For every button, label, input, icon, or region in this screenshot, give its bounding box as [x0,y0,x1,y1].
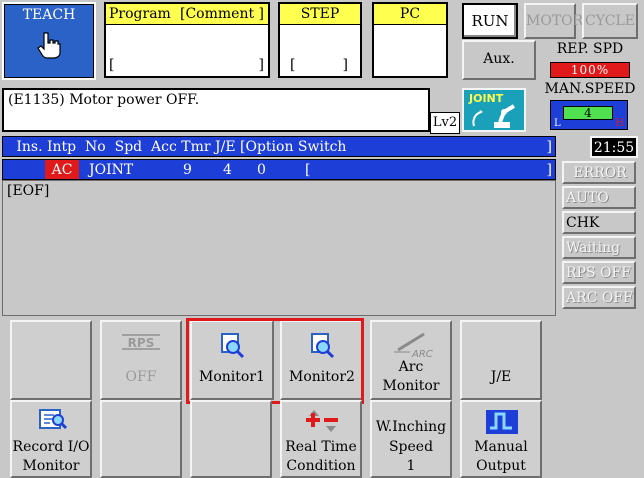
rps-off-button[interactable]: RPS OFF [562,261,636,284]
record-io-label-2: Monitor [22,458,80,474]
step-bracket-right: ] [342,57,348,73]
run-button[interactable]: RUN [462,3,518,39]
step-row[interactable]: AC JOINT 9 4 0 [ ] [2,159,556,180]
cycle-button[interactable]: CYCLE [582,3,638,39]
real-time-label-1: Real Time [285,439,357,455]
clock: 21:55 [590,136,638,158]
eof-marker: [EOF] [7,183,50,199]
program-header: Program [Comment ] [106,4,268,25]
w-inching-label-2: Speed [388,439,434,455]
step-bracket-left: [ [290,57,296,73]
je-button[interactable]: J/E [460,320,542,400]
spd-cell: 9 [183,162,192,178]
joint-mode-button[interactable]: JOINT [462,88,526,132]
record-io-label-1: Record I/O [12,439,90,455]
program-area[interactable]: [EOF] [2,180,556,316]
motor-button[interactable]: MOTOR [524,3,583,39]
rep-speed-label: REP. SPD [556,41,624,57]
arc-monitor-button[interactable]: ARC Arc Monitor [370,320,452,400]
comment-label: [Comment ] [180,6,264,22]
w-inching-value: 1 [406,458,416,474]
real-time-condition-button[interactable]: Real Time Condition [280,400,362,478]
rps-value: OFF [125,369,157,385]
hand-icon [4,29,94,63]
record-magnifier-icon [39,409,68,430]
acc-cell: 4 [223,162,232,178]
robot-arm-icon [472,104,516,128]
intp-cell: JOINT [89,162,134,178]
pc-box[interactable]: PC [372,2,448,78]
pulse-signal-icon [486,410,518,434]
columns-header-text: Ins. Intp No Spd Acc Tmr J/E [Option Swi… [3,139,347,155]
waiting-button[interactable]: Waiting [562,236,636,259]
blank-button-1[interactable] [10,320,92,400]
columns-header: Ins. Intp No Spd Acc Tmr J/E [Option Swi… [2,136,556,157]
real-time-label-2: Condition [286,458,356,474]
man-speed-label: MAN.SPEED [544,81,636,97]
manual-output-button[interactable]: Manual Output [460,400,542,478]
arc-off-button[interactable]: ARC OFF [562,286,636,309]
selection-highlight [186,318,364,404]
level-indicator: Lv2 [430,112,460,134]
man-speed-value: 4 [563,106,613,120]
speed-low-label: L [554,118,561,129]
rps-button[interactable]: RPS OFF [100,320,182,400]
auto-button[interactable]: AUTO [562,186,636,209]
ins-cell: AC [45,160,79,179]
record-io-monitor-button[interactable]: Record I/O Monitor [10,400,92,478]
speed-high-label: H [615,118,624,129]
rps-icon: RPS [122,334,160,350]
manual-output-label-2: Output [476,458,526,474]
pc-label: PC [374,4,446,25]
program-bracket-left: [ [109,57,115,73]
step-row-end: ] [546,162,552,178]
program-box[interactable]: Program [Comment ] [ ] [104,2,270,78]
program-label: Program [109,6,171,22]
columns-header-end: ] [546,139,552,155]
arc-label-2: Monitor [382,378,440,394]
rep-speed-value: 100% [550,62,630,78]
check-once-button[interactable]: CHK once [562,211,636,251]
error-button[interactable]: ERROR [562,161,636,184]
step-label: STEP [280,4,360,25]
arc-label-1: Arc [398,359,424,375]
plus-minus-icon [306,410,338,432]
step-box[interactable]: STEP [ ] [278,2,362,78]
teach-label: TEACH [22,7,76,23]
program-bracket-right: ] [258,57,264,73]
tmr-cell: 0 [257,162,266,178]
man-speed-gauge[interactable]: 4 L H [550,100,628,130]
manual-output-label-1: Manual [474,439,528,455]
blank-button-3[interactable] [190,400,272,478]
message-text: (E1135) Motor power OFF. [8,92,200,108]
w-inching-speed-button[interactable]: W.Inching Speed 1 [370,400,452,478]
message-box: (E1135) Motor power OFF. [2,88,430,132]
option-cell: [ [305,162,311,178]
blank-button-2[interactable] [100,400,182,478]
aux-button[interactable]: Aux. [462,40,536,80]
teach-panel[interactable]: TEACH [2,2,96,80]
je-label: J/E [490,369,512,385]
w-inching-label-1: W.Inching [375,419,447,435]
